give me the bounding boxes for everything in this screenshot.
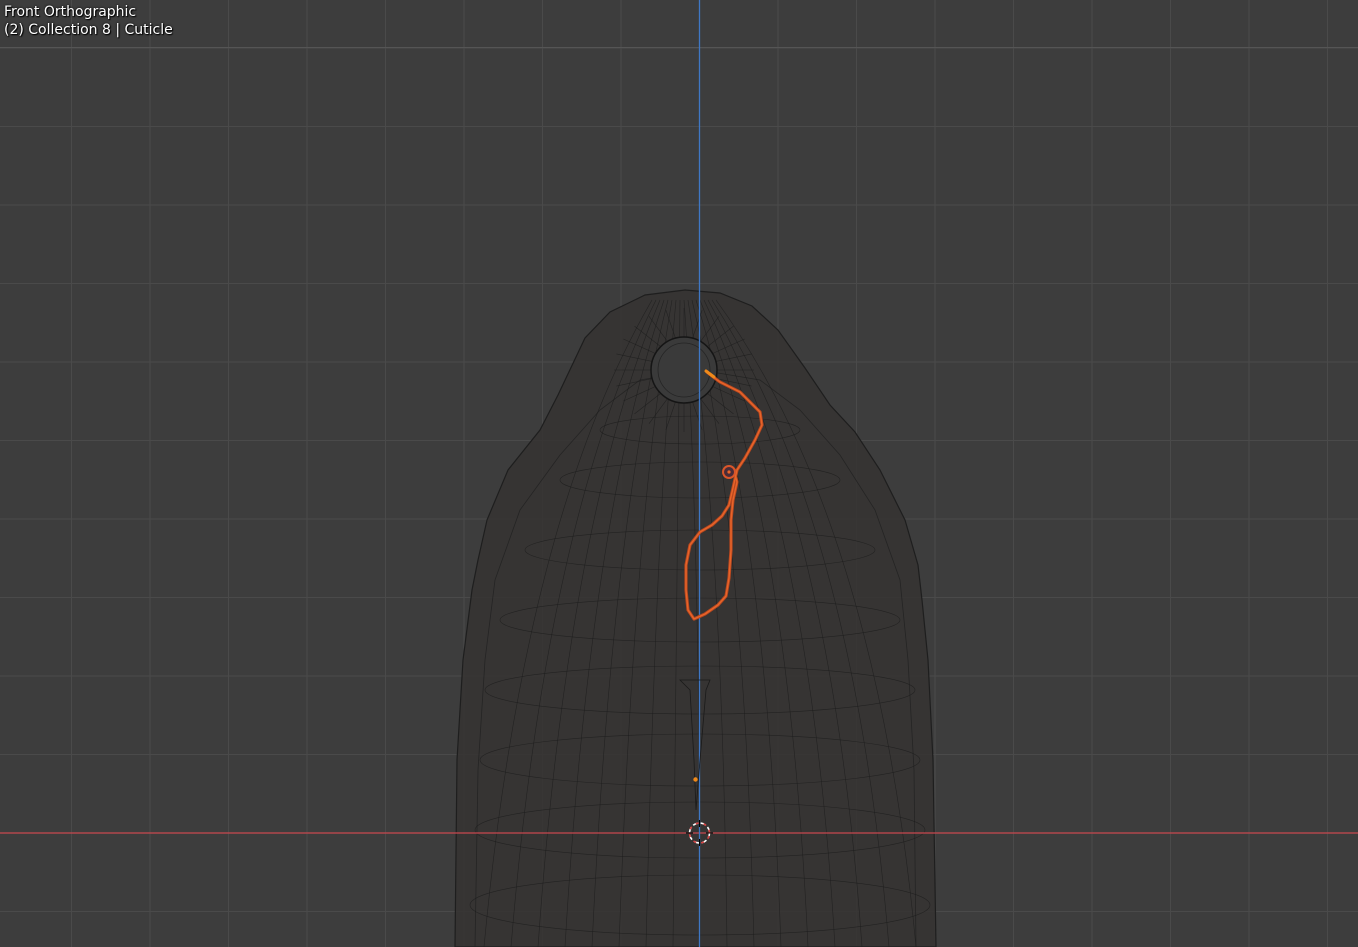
view-name-label: Front Orthographic xyxy=(4,4,137,20)
curve-origin-dot xyxy=(727,470,731,474)
object-origin-icon[interactable] xyxy=(693,777,698,782)
collection-info-label: (2) Collection 8 | Cuticle xyxy=(4,22,173,38)
3d-viewport[interactable]: Front Orthographic (2) Collection 8 | Cu… xyxy=(0,0,1358,947)
